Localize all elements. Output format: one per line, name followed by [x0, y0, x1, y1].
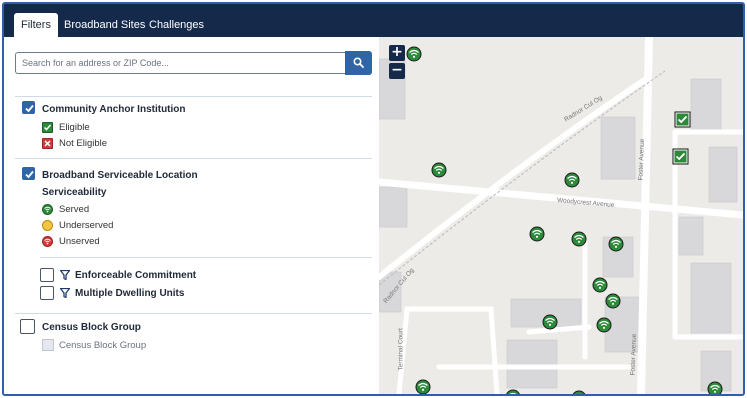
census-block-swatch: [42, 339, 54, 351]
search-input[interactable]: [15, 52, 345, 74]
served-icon: [42, 204, 53, 215]
served-location-marker[interactable]: [415, 379, 431, 394]
served-location-marker[interactable]: [707, 381, 723, 394]
served-location-marker[interactable]: [406, 46, 422, 62]
check-square-icon: [42, 122, 53, 133]
served-location-marker[interactable]: [431, 162, 447, 178]
unserved-label: Unserved: [59, 236, 100, 247]
check-icon: [25, 104, 34, 113]
served-location-marker[interactable]: [564, 172, 580, 188]
mdu-label: Multiple Dwelling Units: [75, 288, 185, 299]
anchor-institution-marker[interactable]: [672, 148, 689, 165]
tab-bar: Filters Broadband Sites Challenges: [4, 4, 743, 37]
served-location-marker[interactable]: [542, 314, 558, 330]
road-label: Foster Avenue: [637, 138, 646, 181]
mdu-checkbox[interactable]: [40, 286, 54, 300]
served-location-marker[interactable]: [605, 293, 621, 309]
served-label: Served: [59, 204, 90, 215]
tab-challenges[interactable]: Challenges: [142, 13, 211, 37]
tab-broadband-sites[interactable]: Broadband Sites: [57, 13, 152, 37]
served-location-marker[interactable]: [505, 389, 521, 394]
underserved-label: Underserved: [59, 220, 114, 231]
underserved-icon: [42, 220, 53, 231]
served-location-marker[interactable]: [571, 231, 587, 247]
bsl-checkbox[interactable]: [22, 167, 35, 180]
search-button[interactable]: [345, 51, 372, 75]
filter-panel: Community Anchor Institution Eligible No…: [4, 37, 379, 394]
road-label: Foster Avenue: [629, 333, 638, 376]
zoom-out-button[interactable]: −: [389, 63, 405, 79]
x-square-icon: [42, 138, 53, 149]
divider: [15, 158, 372, 159]
unserved-icon: [42, 236, 53, 247]
search-icon: [353, 57, 364, 68]
served-location-marker[interactable]: [608, 236, 624, 252]
map-view[interactable]: Radnor Cul Og Woodycrest Avenue Foster A…: [379, 37, 743, 394]
served-location-marker[interactable]: [592, 277, 608, 293]
served-location-marker[interactable]: [596, 317, 612, 333]
divider: [15, 96, 372, 97]
check-icon: [25, 170, 34, 179]
served-location-marker[interactable]: [571, 390, 587, 394]
served-location-marker[interactable]: [529, 226, 545, 242]
anchor-label: Community Anchor Institution: [42, 104, 186, 115]
census-checkbox[interactable]: [20, 319, 35, 334]
enforceable-checkbox[interactable]: [40, 268, 54, 282]
census-label: Census Block Group: [42, 322, 141, 333]
not-eligible-label: Not Eligible: [59, 138, 108, 149]
app-frame: Filters Broadband Sites Challenges Commu…: [2, 2, 745, 396]
funnel-icon: [60, 288, 70, 298]
divider: [15, 313, 372, 314]
zoom-in-button[interactable]: +: [389, 45, 405, 61]
bsl-label: Broadband Serviceable Location: [42, 170, 198, 181]
road-label: Terminal Court: [397, 328, 405, 371]
census-block-legend-label: Census Block Group: [59, 340, 147, 351]
anchor-institution-marker[interactable]: [674, 111, 691, 128]
map-canvas: [379, 37, 743, 394]
funnel-icon: [60, 270, 70, 280]
divider: [40, 257, 372, 258]
serviceability-heading: Serviceability: [42, 187, 107, 198]
enforceable-label: Enforceable Commitment: [75, 270, 197, 281]
tab-filters[interactable]: Filters: [14, 13, 58, 37]
anchor-checkbox[interactable]: [22, 101, 35, 114]
eligible-label: Eligible: [59, 122, 90, 133]
